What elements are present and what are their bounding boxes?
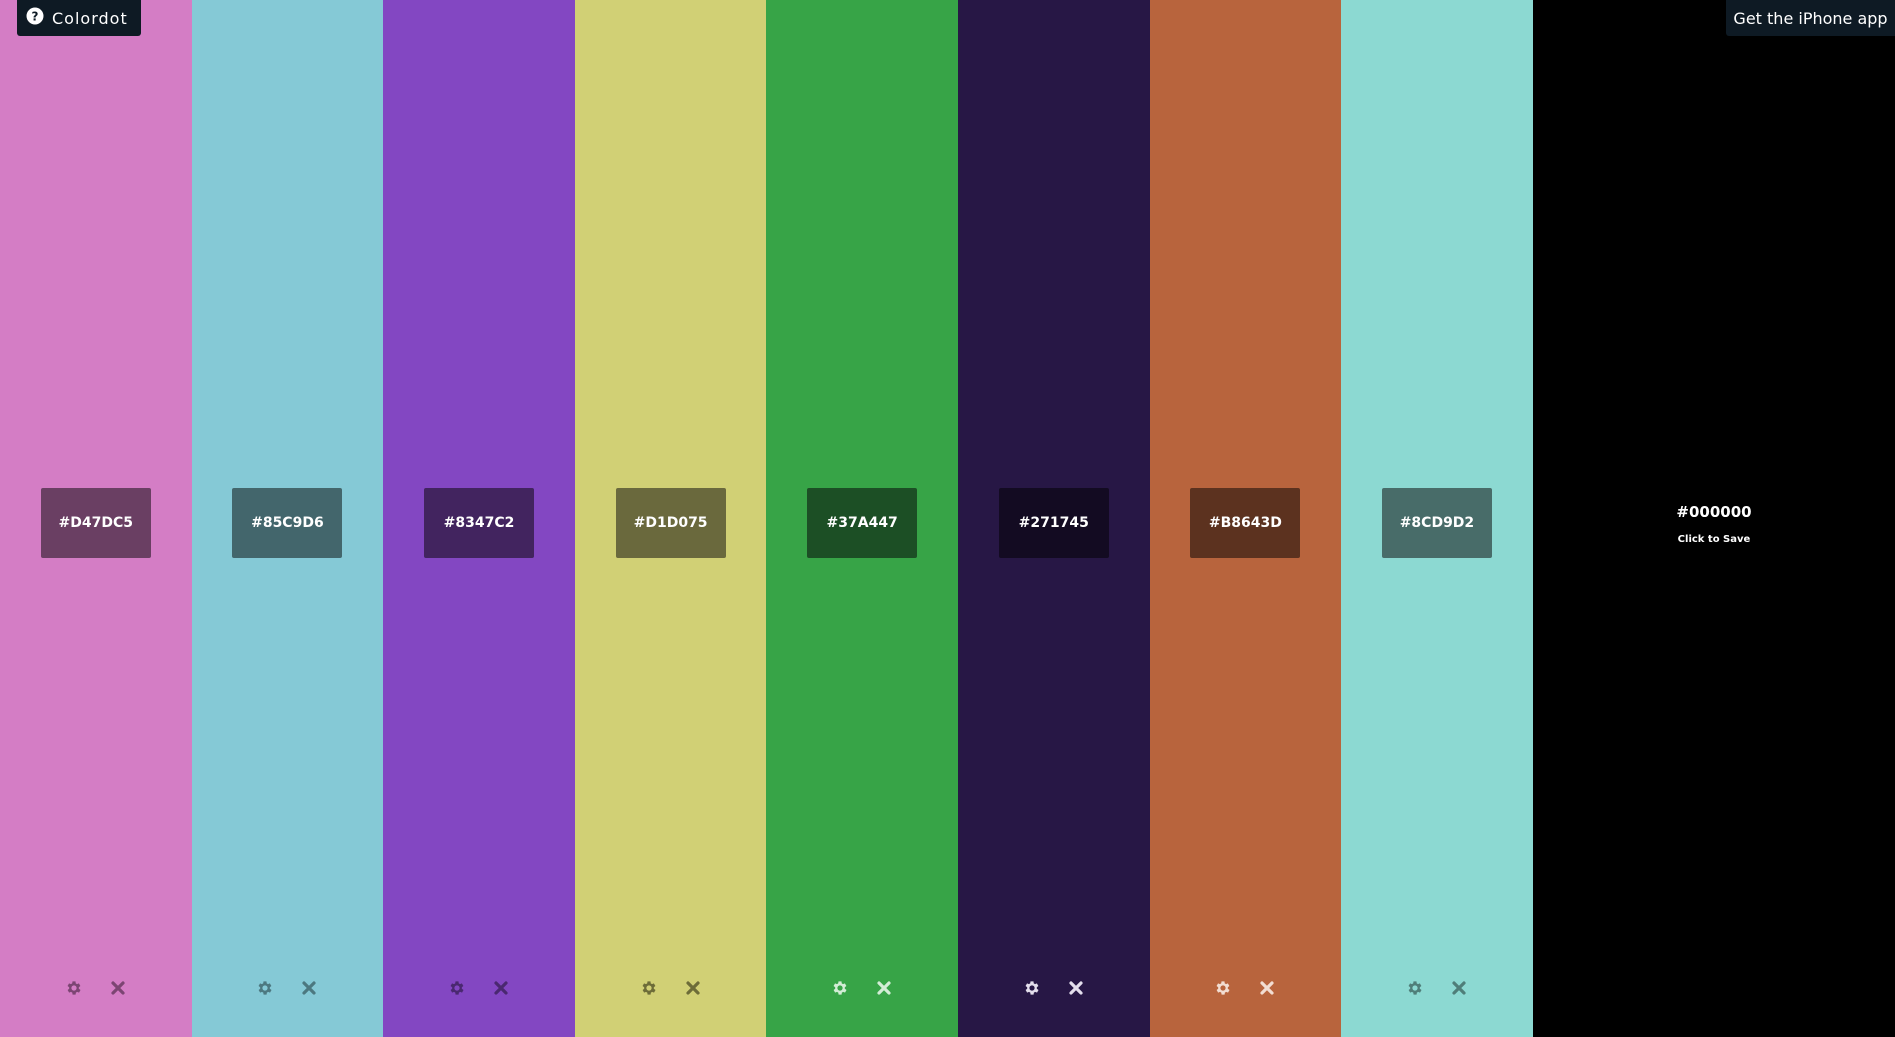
question-circle-icon: ? (26, 7, 44, 29)
column-controls (829, 976, 895, 1000)
colordot-help-button[interactable]: ? Colordot (17, 0, 141, 36)
color-column[interactable]: #271745 (957, 0, 1150, 1037)
color-column[interactable]: #37A447 (766, 0, 958, 1037)
close-icon[interactable] (1065, 977, 1087, 999)
color-column[interactable]: #85C9D6 (191, 0, 384, 1037)
close-icon[interactable] (1256, 977, 1278, 999)
column-controls (1404, 976, 1470, 1000)
color-column[interactable]: #B8643D (1149, 0, 1342, 1037)
palette-columns: #D47DC5 #85C9D6 #8347C2 #D1D075 #37A447 #2717… (0, 0, 1533, 1037)
column-controls (1021, 976, 1087, 1000)
close-icon[interactable] (873, 977, 895, 999)
brand-name: Colordot (52, 8, 128, 28)
column-controls (638, 976, 704, 1000)
hex-label-badge[interactable]: #8CD9D2 (1381, 488, 1492, 558)
close-icon[interactable] (682, 977, 704, 999)
gear-icon[interactable] (1021, 977, 1043, 999)
save-color-panel[interactable]: #000000 Click to Save (1533, 0, 1895, 1037)
hex-label-badge[interactable]: #D47DC5 (40, 488, 151, 558)
click-to-save-hint: Click to Save (1677, 534, 1751, 545)
hex-label-badge[interactable]: #37A447 (807, 488, 918, 558)
gear-icon[interactable] (829, 977, 851, 999)
hex-label-badge[interactable]: #D1D075 (615, 488, 726, 558)
color-column[interactable]: #D1D075 (574, 0, 767, 1037)
color-column[interactable]: #8347C2 (383, 0, 575, 1037)
close-icon[interactable] (107, 977, 129, 999)
color-column[interactable]: #D47DC5 (0, 0, 192, 1037)
close-icon[interactable] (490, 977, 512, 999)
hex-label-badge[interactable]: #B8643D (1190, 488, 1301, 558)
svg-text:?: ? (32, 9, 39, 23)
column-controls (1212, 976, 1278, 1000)
gear-icon[interactable] (63, 977, 85, 999)
gear-icon[interactable] (638, 977, 660, 999)
column-controls (63, 976, 129, 1000)
gear-icon[interactable] (1212, 977, 1234, 999)
current-color-hex: #000000 (1676, 503, 1752, 521)
hex-label-badge[interactable]: #271745 (998, 488, 1109, 558)
close-icon[interactable] (298, 977, 320, 999)
color-column[interactable]: #8CD9D2 (1341, 0, 1533, 1037)
colordot-app: #D47DC5 #85C9D6 #8347C2 #D1D075 #37A447 #2717… (0, 0, 1895, 1037)
close-icon[interactable] (1448, 977, 1470, 999)
get-iphone-app-link[interactable]: Get the iPhone app (1726, 0, 1895, 36)
gear-icon[interactable] (446, 977, 468, 999)
column-controls (446, 976, 512, 1000)
gear-icon[interactable] (1404, 977, 1426, 999)
hex-label-badge[interactable]: #8347C2 (423, 488, 534, 558)
column-controls (254, 976, 320, 1000)
hex-label-badge[interactable]: #85C9D6 (232, 488, 343, 558)
gear-icon[interactable] (254, 977, 276, 999)
